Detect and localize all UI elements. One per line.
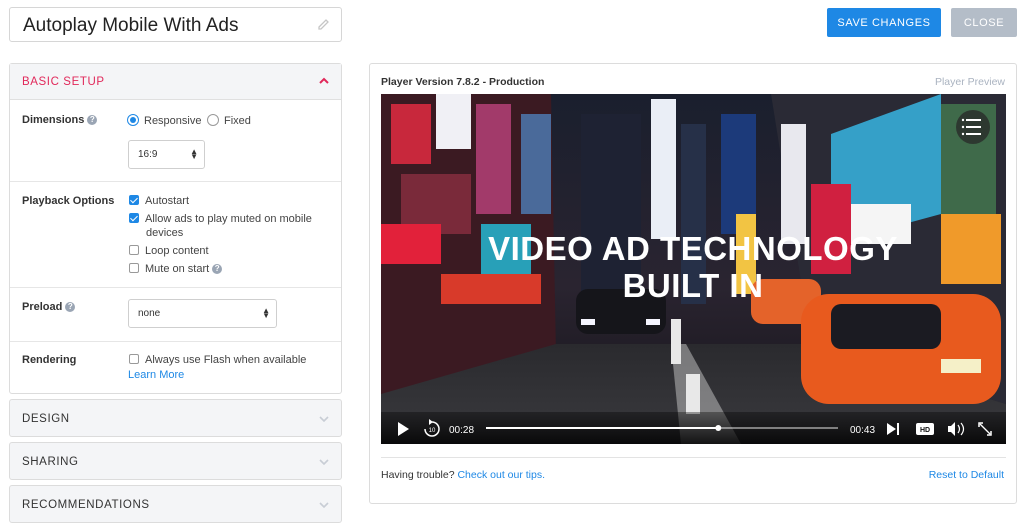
- radio-selected-icon[interactable]: [127, 114, 139, 126]
- video-overlay-line2: BUILT IN: [623, 267, 764, 304]
- basic-setup-panel: BASIC SETUP Dimensions? Responsive Fixed…: [9, 63, 342, 394]
- video-overlay-line1: VIDEO AD TECHNOLOGY: [488, 230, 898, 267]
- dimensions-label: Dimensions: [22, 114, 85, 126]
- radio-unselected-icon[interactable]: [207, 114, 219, 126]
- pencil-icon[interactable]: [317, 17, 331, 31]
- preload-label: Preload: [22, 301, 63, 313]
- help-icon[interactable]: ?: [212, 264, 223, 274]
- basic-setup-title: BASIC SETUP: [22, 76, 105, 88]
- flash-checkbox[interactable]: Always use Flash when available: [129, 354, 306, 366]
- recommendations-section[interactable]: RECOMMENDATIONS: [9, 485, 342, 523]
- checkbox-unchecked-icon[interactable]: [129, 245, 139, 255]
- checkbox-unchecked-icon[interactable]: [129, 263, 139, 273]
- rendering-row: Rendering Always use Flash when availabl…: [10, 342, 341, 394]
- preview-footer: Having trouble? Check out our tips. Rese…: [381, 457, 1006, 481]
- seek-progress: [486, 427, 719, 429]
- design-section[interactable]: DESIGN: [9, 399, 342, 437]
- basic-setup-header[interactable]: BASIC SETUP: [10, 64, 341, 100]
- player-preview-panel: Player Version 7.8.2 - Production Player…: [369, 63, 1017, 504]
- hd-quality-icon[interactable]: HD: [916, 423, 934, 435]
- close-button[interactable]: CLOSE: [951, 8, 1017, 37]
- video-frame-image: VIDEO AD TECHNOLOGY BUILT IN 10 00:28 00…: [381, 94, 1006, 444]
- loop-content-checkbox[interactable]: Loop content: [129, 245, 209, 257]
- playback-options-row: Playback Options Autostart Allow ads to …: [10, 182, 341, 288]
- design-section-title: DESIGN: [22, 413, 70, 425]
- chevron-down-icon[interactable]: [319, 501, 329, 509]
- radio-responsive[interactable]: Responsive: [127, 114, 201, 127]
- duration: 00:43: [850, 425, 875, 436]
- sharing-section[interactable]: SHARING: [9, 442, 342, 480]
- checkbox-checked-icon[interactable]: [129, 195, 139, 205]
- help-icon[interactable]: ?: [87, 115, 98, 125]
- playback-options-label: Playback Options: [22, 195, 115, 207]
- playlist-icon[interactable]: [956, 110, 990, 144]
- select-arrows-icon: ▲ ▼: [190, 147, 198, 161]
- player-preview-label: Player Preview: [934, 76, 1005, 88]
- help-icon[interactable]: ?: [65, 302, 76, 312]
- svg-text:HD: HD: [920, 427, 930, 434]
- chevron-up-icon[interactable]: [319, 77, 329, 85]
- preload-row: Preload? none ▲ ▼: [10, 288, 341, 342]
- muted-ads-label-continued: devices: [146, 227, 184, 239]
- checkbox-unchecked-icon[interactable]: [129, 354, 139, 364]
- preload-select[interactable]: none ▲ ▼: [128, 299, 277, 328]
- trouble-text: Having trouble? Check out our tips.: [381, 469, 546, 481]
- player-version: Player Version 7.8.2 - Production: [381, 76, 545, 88]
- video-player[interactable]: VIDEO AD TECHNOLOGY BUILT IN 10 00:28 00…: [381, 94, 1006, 444]
- rendering-label: Rendering: [22, 354, 77, 366]
- sharing-section-title: SHARING: [22, 456, 79, 468]
- chevron-down-icon[interactable]: [319, 415, 329, 423]
- current-time: 00:28: [449, 425, 474, 436]
- player-title-field[interactable]: Autoplay Mobile With Ads: [9, 7, 342, 42]
- autostart-checkbox[interactable]: Autostart: [129, 195, 189, 207]
- radio-fixed[interactable]: Fixed: [207, 114, 251, 127]
- svg-text:10: 10: [429, 428, 436, 434]
- save-changes-button[interactable]: SAVE CHANGES: [827, 8, 941, 37]
- tips-link[interactable]: Check out our tips.: [457, 469, 545, 481]
- aspect-ratio-select[interactable]: 16:9 ▲ ▼: [128, 140, 205, 169]
- chevron-down-icon[interactable]: [319, 458, 329, 466]
- seek-handle[interactable]: [715, 425, 722, 431]
- muted-ads-checkbox[interactable]: Allow ads to play muted on mobile: [129, 213, 312, 225]
- recommendations-section-title: RECOMMENDATIONS: [22, 499, 150, 511]
- mute-on-start-checkbox[interactable]: Mute on start?: [129, 263, 223, 275]
- learn-more-link[interactable]: Learn More: [128, 369, 184, 381]
- player-title[interactable]: Autoplay Mobile With Ads: [23, 15, 238, 37]
- select-arrows-icon: ▲ ▼: [262, 306, 270, 320]
- dimensions-row: Dimensions? Responsive Fixed 16:9 ▲ ▼: [10, 100, 341, 182]
- checkbox-checked-icon[interactable]: [129, 213, 139, 223]
- reset-to-default-link[interactable]: Reset to Default: [929, 469, 1004, 481]
